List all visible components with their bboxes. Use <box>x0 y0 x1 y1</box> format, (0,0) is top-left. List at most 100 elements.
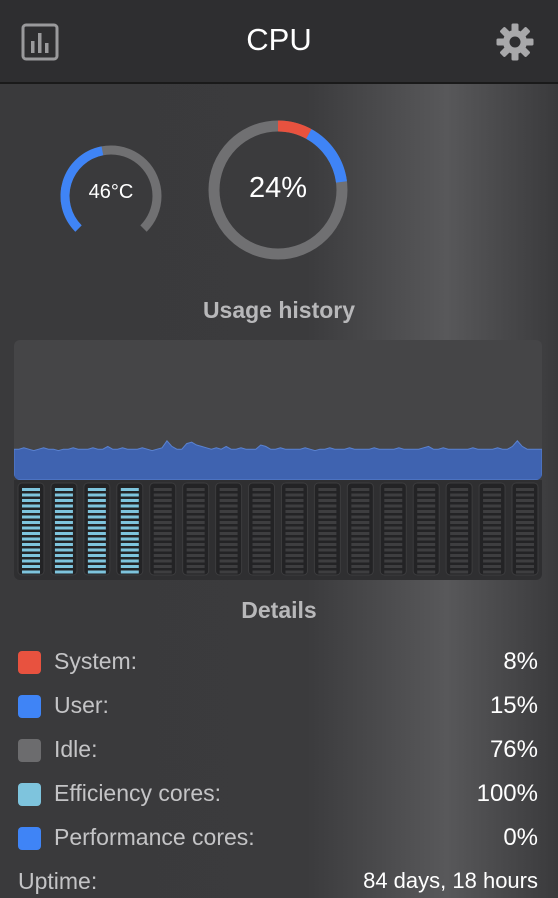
core-segment-unlit <box>285 488 304 491</box>
core-segment-unlit <box>417 504 436 508</box>
usage-gauge-system-segment <box>277 120 312 139</box>
core-segment-unlit <box>384 565 403 568</box>
core-segment-unlit <box>384 543 403 546</box>
temperature-label: 46°C <box>88 181 134 203</box>
core-segment-unlit <box>219 532 238 535</box>
core-segment-unlit <box>417 565 436 568</box>
core-segment-unlit <box>417 493 436 497</box>
core-segment-unlit <box>318 521 337 524</box>
core-segment-unlit <box>450 488 469 491</box>
core-segment-lit <box>22 565 40 568</box>
core-segment-lit <box>22 504 40 508</box>
core-segment-lit <box>22 510 40 513</box>
system-value: 8% <box>503 648 538 675</box>
core-segment-unlit <box>351 499 370 502</box>
core-segment-lit <box>87 554 106 557</box>
core-segment-unlit <box>285 543 304 546</box>
core-segment-lit <box>87 565 106 568</box>
system-label: System: <box>54 648 138 674</box>
core-segment-unlit <box>450 537 469 541</box>
core-segment-unlit <box>186 559 205 563</box>
core-segment-lit <box>87 510 106 513</box>
idle-label: Idle: <box>54 736 98 762</box>
core-segment-unlit <box>483 532 502 535</box>
core-segment-unlit <box>483 510 502 513</box>
core-segment-unlit <box>516 499 534 502</box>
core-segment-unlit <box>351 515 370 519</box>
core-segment-unlit <box>483 521 502 524</box>
core-segment-unlit <box>186 548 205 552</box>
core-segment-lit <box>87 488 106 491</box>
core-segment-unlit <box>417 570 436 574</box>
core-segment-unlit <box>417 537 436 541</box>
performance-core-bar <box>248 482 276 576</box>
gear-icon[interactable] <box>495 22 535 62</box>
core-segment-unlit <box>219 510 238 513</box>
core-segment-unlit <box>285 532 304 535</box>
core-segment-unlit <box>483 493 502 497</box>
core-segment-unlit <box>186 488 205 491</box>
user-label: User: <box>54 692 109 718</box>
core-segment-unlit <box>219 548 238 552</box>
core-segment-unlit <box>153 570 172 574</box>
core-segment-lit <box>120 526 139 530</box>
core-segment-unlit <box>516 521 534 524</box>
core-segment-unlit <box>186 570 205 574</box>
core-segment-unlit <box>186 532 205 535</box>
core-segment-unlit <box>516 559 534 563</box>
core-segment-unlit <box>450 532 469 535</box>
core-segment-lit <box>22 488 40 491</box>
core-segment-lit <box>87 504 106 508</box>
core-segment-lit <box>54 488 73 491</box>
core-segment-unlit <box>153 554 172 557</box>
core-segment-unlit <box>384 510 403 513</box>
core-segment-unlit <box>153 515 172 519</box>
core-segment-lit <box>120 521 139 524</box>
core-segment-unlit <box>186 554 205 557</box>
core-segment-unlit <box>153 504 172 508</box>
uptime-value: 84 days, 18 hours <box>363 868 538 893</box>
core-segment-lit <box>120 499 139 502</box>
core-segment-unlit <box>285 526 304 530</box>
cpu-panel: CPU 46°C 24% Usage history Details Syste… <box>0 0 558 898</box>
core-segment-lit <box>22 543 40 546</box>
core-segment-unlit <box>483 515 502 519</box>
core-segment-unlit <box>318 548 337 552</box>
core-segment-lit <box>120 515 139 519</box>
core-segment-lit <box>54 504 73 508</box>
core-segment-unlit <box>351 559 370 563</box>
uptime-label: Uptime: <box>18 868 98 894</box>
core-segment-unlit <box>384 548 403 552</box>
core-segment-unlit <box>516 515 534 519</box>
core-segment-unlit <box>252 543 271 546</box>
core-segment-unlit <box>483 554 502 557</box>
core-segment-unlit <box>351 488 370 491</box>
detail-row-idle: Idle: 76% <box>18 736 538 766</box>
core-segment-unlit <box>483 559 502 563</box>
performance-core-bar <box>412 482 440 576</box>
core-segment-unlit <box>186 499 205 502</box>
performance-core-bar <box>149 482 177 576</box>
core-segment-unlit <box>285 493 304 497</box>
system-color-swatch <box>18 651 41 674</box>
core-segment-lit <box>87 521 106 524</box>
core-segment-unlit <box>252 570 271 574</box>
core-segment-unlit <box>219 493 238 497</box>
core-segment-unlit <box>186 565 205 568</box>
core-segment-unlit <box>450 499 469 502</box>
core-segment-unlit <box>219 504 238 508</box>
core-segment-unlit <box>417 548 436 552</box>
core-segment-lit <box>54 559 73 563</box>
core-segment-unlit <box>516 565 534 568</box>
core-segment-unlit <box>384 554 403 557</box>
core-segment-unlit <box>351 570 370 574</box>
core-segment-unlit <box>252 504 271 508</box>
core-segment-lit <box>87 515 106 519</box>
core-segment-unlit <box>384 537 403 541</box>
core-segment-lit <box>120 570 139 574</box>
performance-core-bar <box>182 482 210 576</box>
core-segment-unlit <box>450 543 469 546</box>
core-segment-unlit <box>384 515 403 519</box>
core-segment-unlit <box>153 543 172 546</box>
core-segment-lit <box>22 515 40 519</box>
